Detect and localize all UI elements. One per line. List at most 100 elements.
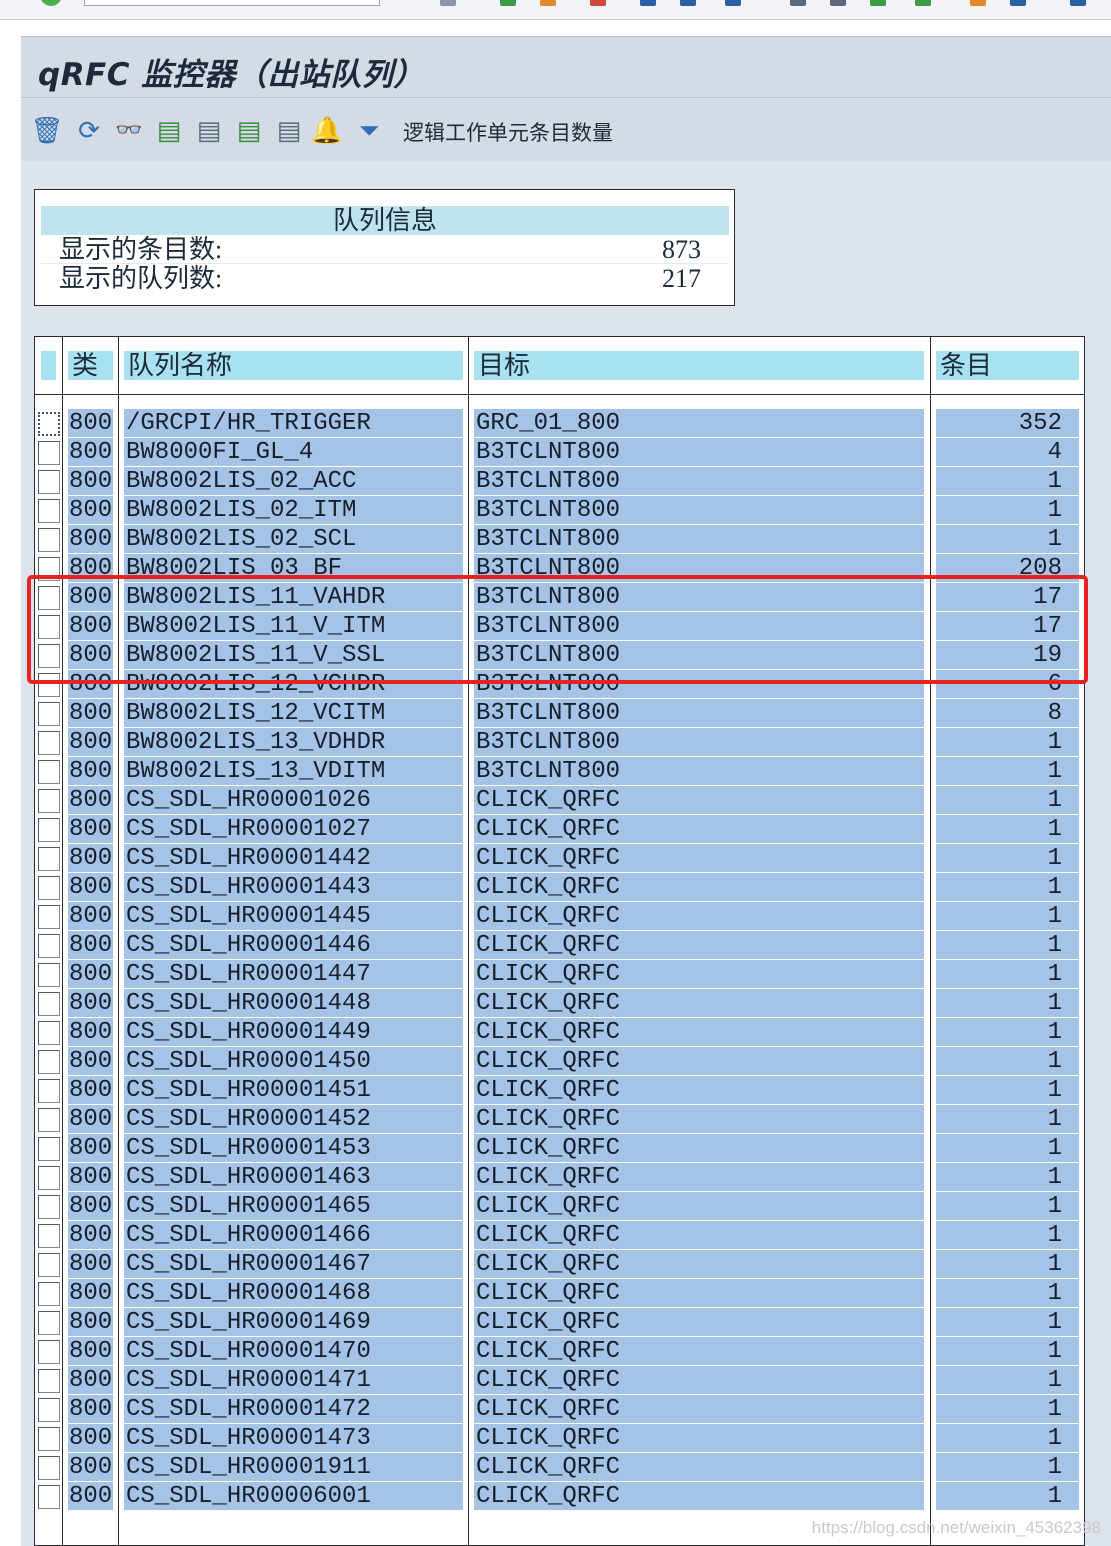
cell-queue-name[interactable]: CS_SDL_HR00001445 — [124, 902, 463, 930]
table-row[interactable]: 800 CS_SDL_HR00001443 CLICK_QRFC 1 — [35, 873, 1084, 902]
row-checkbox[interactable] — [38, 412, 60, 436]
row-checkbox[interactable] — [38, 1224, 60, 1248]
table-row[interactable]: 800 CS_SDL_HR00001468 CLICK_QRFC 1 — [35, 1279, 1084, 1308]
display-icon[interactable]: 👓 — [113, 115, 145, 147]
cell-queue-name[interactable]: CS_SDL_HR00001469 — [124, 1308, 463, 1336]
cell-queue-name[interactable]: CS_SDL_HR00001449 — [124, 1018, 463, 1046]
table-row[interactable]: 800 CS_SDL_HR00001026 CLICK_QRFC 1 — [35, 786, 1084, 815]
row-checkbox[interactable] — [38, 586, 60, 610]
cell-queue-name[interactable]: CS_SDL_HR00001026 — [124, 786, 463, 814]
cell-queue-name[interactable]: CS_SDL_HR00001466 — [124, 1221, 463, 1249]
table-row[interactable]: 800 CS_SDL_HR00001442 CLICK_QRFC 1 — [35, 844, 1084, 873]
table-row[interactable]: 800 BW8000FI_GL_4 B3TCLNT800 4 — [35, 438, 1084, 467]
save-icon[interactable] — [440, 0, 456, 6]
row-checkbox[interactable] — [38, 1021, 60, 1045]
cell-queue-name[interactable]: CS_SDL_HR00001465 — [124, 1192, 463, 1220]
table-row[interactable]: 800 CS_SDL_HR00001447 CLICK_QRFC 1 — [35, 960, 1084, 989]
row-checkbox[interactable] — [38, 1079, 60, 1103]
row-checkbox[interactable] — [38, 528, 60, 552]
layout-icon[interactable]: ▤ — [153, 115, 185, 147]
cell-queue-name[interactable]: CS_SDL_HR00001453 — [124, 1134, 463, 1162]
row-checkbox[interactable] — [38, 1398, 60, 1422]
row-checkbox[interactable] — [38, 470, 60, 494]
table-row[interactable]: 800 BW8002LIS_13_VDHDR B3TCLNT800 1 — [35, 728, 1084, 757]
cell-queue-name[interactable]: CS_SDL_HR00001442 — [124, 844, 463, 872]
cell-queue-name[interactable]: CS_SDL_HR00001443 — [124, 873, 463, 901]
table-row[interactable]: 800 CS_SDL_HR00001451 CLICK_QRFC 1 — [35, 1076, 1084, 1105]
row-checkbox[interactable] — [38, 963, 60, 987]
table-row[interactable]: 800 CS_SDL_HR00001452 CLICK_QRFC 1 — [35, 1105, 1084, 1134]
row-checkbox[interactable] — [38, 441, 60, 465]
table-row[interactable]: 800 BW8002LIS_11_VAHDR B3TCLNT800 17 — [35, 583, 1084, 612]
refresh-icon[interactable]: ⟳ — [73, 115, 105, 147]
cell-queue-name[interactable]: CS_SDL_HR00001447 — [124, 960, 463, 988]
row-checkbox[interactable] — [38, 1253, 60, 1277]
lwu-entries-button[interactable]: 逻辑工作单元条目数量 — [403, 117, 613, 147]
row-checkbox[interactable] — [38, 702, 60, 726]
details-icon[interactable]: ▤ — [273, 115, 305, 147]
cell-queue-name[interactable]: BW8000FI_GL_4 — [124, 438, 463, 466]
cancel-icon[interactable] — [590, 0, 606, 6]
cell-queue-name[interactable]: CS_SDL_HR00006001 — [124, 1482, 463, 1510]
alert-icon[interactable]: 🔔 — [311, 115, 343, 147]
new-session-icon[interactable] — [970, 0, 986, 6]
table-row[interactable]: 800 CS_SDL_HR00001448 CLICK_QRFC 1 — [35, 989, 1084, 1018]
help-icon[interactable] — [1070, 0, 1086, 6]
command-field[interactable] — [84, 0, 380, 6]
row-checkbox[interactable] — [38, 1108, 60, 1132]
cell-queue-name[interactable]: CS_SDL_HR00001452 — [124, 1105, 463, 1133]
table-row[interactable]: 800 BW8002LIS_02_SCL B3TCLNT800 1 — [35, 525, 1084, 554]
previous-page-icon[interactable] — [830, 0, 846, 6]
column-header-destination[interactable]: 目标 — [474, 351, 924, 380]
shortcut-icon[interactable] — [1010, 0, 1026, 6]
row-checkbox[interactable] — [38, 1050, 60, 1074]
row-checkbox[interactable] — [38, 1195, 60, 1219]
find-icon[interactable] — [680, 0, 696, 6]
next-page-icon[interactable] — [870, 0, 886, 6]
table-row[interactable]: 800 CS_SDL_HR00001473 CLICK_QRFC 1 — [35, 1424, 1084, 1453]
first-page-icon[interactable] — [790, 0, 806, 6]
row-checkbox[interactable] — [38, 934, 60, 958]
column-header-class[interactable]: 类 — [68, 351, 113, 380]
row-checkbox[interactable] — [38, 1485, 60, 1509]
cell-queue-name[interactable]: BW8002LIS_02_ACC — [124, 467, 463, 495]
cell-queue-name[interactable]: CS_SDL_HR00001450 — [124, 1047, 463, 1075]
table-row[interactable]: 800 CS_SDL_HR00001911 CLICK_QRFC 1 — [35, 1453, 1084, 1482]
cell-queue-name[interactable]: BW8002LIS_02_SCL — [124, 525, 463, 553]
cell-queue-name[interactable]: CS_SDL_HR00001470 — [124, 1337, 463, 1365]
row-checkbox[interactable] — [38, 992, 60, 1016]
table-row[interactable]: 800/GRCPI/HR_TRIGGER GRC_01_800 352 — [35, 409, 1084, 438]
table-row[interactable]: 800 CS_SDL_HR00001470 CLICK_QRFC 1 — [35, 1337, 1084, 1366]
row-checkbox[interactable] — [38, 847, 60, 871]
table-row[interactable]: 800 CS_SDL_HR00001466 CLICK_QRFC 1 — [35, 1221, 1084, 1250]
table-row[interactable]: 800 CS_SDL_HR00001465 CLICK_QRFC 1 — [35, 1192, 1084, 1221]
cell-queue-name[interactable]: BW8002LIS_11_V_SSL — [124, 641, 463, 669]
row-checkbox[interactable] — [38, 557, 60, 581]
cell-queue-name[interactable]: BW8002LIS_11_VAHDR — [124, 583, 463, 611]
back-icon[interactable] — [500, 0, 516, 6]
table-row[interactable]: 800 CS_SDL_HR00001471 CLICK_QRFC 1 — [35, 1366, 1084, 1395]
filter-icon[interactable]: ⏷ — [353, 115, 385, 147]
cell-queue-name[interactable]: CS_SDL_HR00001471 — [124, 1366, 463, 1394]
enter-icon[interactable] — [40, 0, 62, 6]
table-row[interactable]: 800 BW8002LIS_12_VCITM B3TCLNT800 8 — [35, 699, 1084, 728]
cell-queue-name[interactable]: CS_SDL_HR00001911 — [124, 1453, 463, 1481]
last-page-icon[interactable] — [915, 0, 931, 6]
cell-queue-name[interactable]: CS_SDL_HR00001468 — [124, 1279, 463, 1307]
table-row[interactable]: 800 CS_SDL_HR00001467 CLICK_QRFC 1 — [35, 1250, 1084, 1279]
row-checkbox[interactable] — [38, 760, 60, 784]
table-row[interactable]: 800 CS_SDL_HR00001453 CLICK_QRFC 1 — [35, 1134, 1084, 1163]
cell-queue-name[interactable]: BW8002LIS_13_VDHDR — [124, 728, 463, 756]
row-checkbox[interactable] — [38, 1456, 60, 1480]
select-all-header[interactable] — [41, 351, 56, 380]
table-row[interactable]: 800 BW8002LIS_12_VCHDR B3TCLNT800 6 — [35, 670, 1084, 699]
row-checkbox[interactable] — [38, 615, 60, 639]
cell-queue-name[interactable]: CS_SDL_HR00001027 — [124, 815, 463, 843]
cell-queue-name[interactable]: BW8002LIS_13_VDITM — [124, 757, 463, 785]
table-row[interactable]: 800 BW8002LIS_02_ITM B3TCLNT800 1 — [35, 496, 1084, 525]
row-checkbox[interactable] — [38, 789, 60, 813]
row-checkbox[interactable] — [38, 1340, 60, 1364]
print-icon[interactable] — [640, 0, 656, 6]
row-checkbox[interactable] — [38, 1311, 60, 1335]
cell-queue-name[interactable]: BW8002LIS_12_VCITM — [124, 699, 463, 727]
